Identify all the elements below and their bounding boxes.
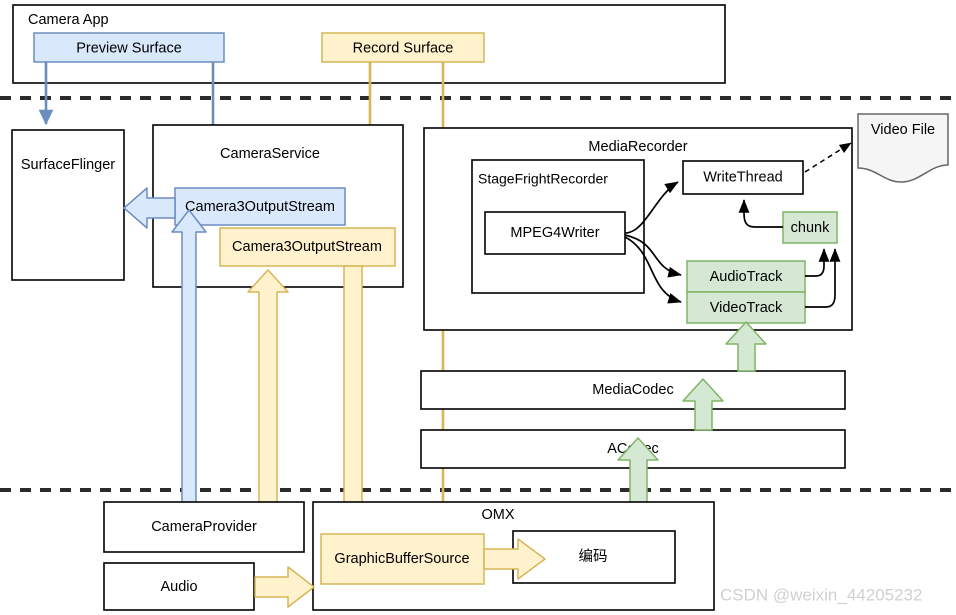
node-chunk-label: chunk: [791, 220, 830, 236]
node-record-surface-label: Record Surface: [353, 40, 454, 56]
container-camera-service-label: CameraService: [220, 146, 320, 162]
diagram-canvas: Camera App Preview Surface Record Surfac…: [0, 0, 956, 615]
node-surfaceflinger-label: SurfaceFlinger: [21, 157, 115, 173]
node-video-file-label: Video File: [871, 122, 935, 138]
node-graphicbuffersource-label: GraphicBufferSource: [334, 551, 469, 567]
node-encode-label: 编码: [579, 548, 608, 565]
node-camera3outputstream-record-label: Camera3OutputStream: [232, 239, 382, 255]
arrow-up-to-c3os-record-left: [247, 269, 289, 541]
container-camera-app-label: Camera App: [28, 12, 109, 28]
node-mediacodec-label: MediaCodec: [592, 382, 673, 398]
node-audio-label: Audio: [160, 579, 197, 595]
node-videotrack-label: VideoTrack: [710, 300, 783, 316]
container-stagefright-recorder-label: StageFrightRecorder: [478, 171, 608, 187]
node-surfaceflinger[interactable]: [11, 129, 125, 281]
node-writethread-label: WriteThread: [703, 169, 783, 185]
arrow-audio-to-omx: [254, 566, 315, 608]
architecture-diagram: Camera App Preview Surface Record Surfac…: [0, 4, 956, 611]
node-mpeg4writer-label: MPEG4Writer: [510, 225, 599, 241]
container-media-recorder-label: MediaRecorder: [588, 139, 687, 155]
node-preview-surface-label: Preview Surface: [76, 40, 182, 56]
node-camera3outputstream-preview-label: Camera3OutputStream: [185, 199, 335, 215]
node-audiotrack-label: AudioTrack: [710, 269, 784, 285]
node-cameraprovider-label: CameraProvider: [151, 519, 257, 535]
watermark: CSDN @weixin_44205232: [720, 585, 922, 604]
container-omx-label: OMX: [481, 507, 514, 523]
